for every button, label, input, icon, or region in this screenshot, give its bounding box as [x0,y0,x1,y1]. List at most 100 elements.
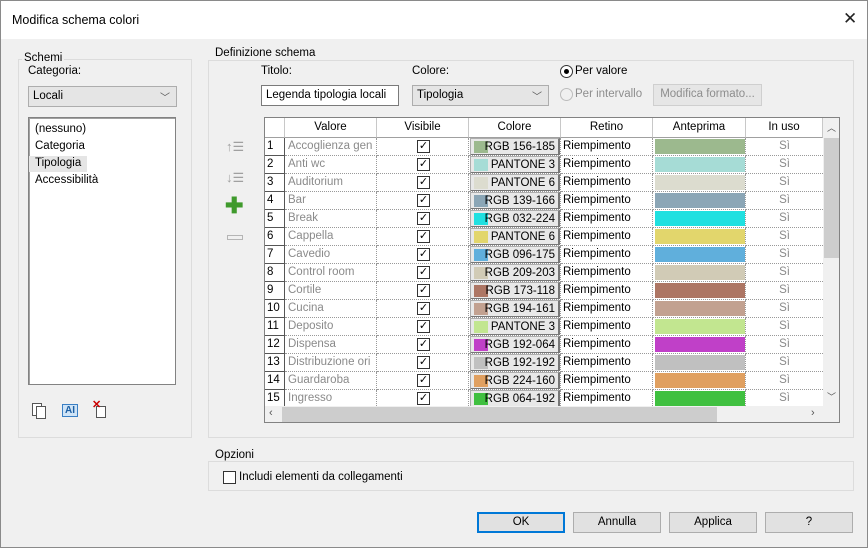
visibile-checkbox[interactable]: ✓ [417,140,430,153]
categoria-select[interactable]: Locali ﹀ [28,86,177,107]
column-header[interactable] [265,118,285,138]
visibile-checkbox[interactable]: ✓ [417,356,430,369]
scroll-left-icon[interactable]: ‹ [269,407,273,419]
valore-cell[interactable]: Cortile [285,282,377,300]
visibile-checkbox[interactable]: ✓ [417,320,430,333]
visibile-checkbox[interactable]: ✓ [417,284,430,297]
colore-button[interactable]: RGB 194-161 [470,300,560,317]
valore-cell[interactable]: Dispensa [285,336,377,354]
valore-cell[interactable]: Deposito [285,318,377,336]
colore-button[interactable]: RGB 156-185 [470,138,560,155]
scroll-up-icon[interactable]: ︿ [827,121,836,134]
colore-button[interactable]: RGB 032-224 [470,210,560,227]
table-row[interactable]: 2 Anti wc ✓ PANTONE 3 Riempimento Sì [265,156,823,174]
visibile-checkbox[interactable]: ✓ [417,374,430,387]
colore-button[interactable]: PANTONE 3 [470,318,560,335]
titolo-input[interactable]: Legenda tipologia locali [261,85,399,106]
delete-icon[interactable]: ✕ [92,399,108,419]
retino-cell[interactable]: Riempimento [561,138,653,156]
colore-button[interactable]: RGB 173-118 [470,282,560,299]
schema-item[interactable]: Accessibilità [29,173,104,189]
table-row[interactable]: 6 Cappella ✓ PANTONE 6 Riempimento Sì [265,228,823,246]
schema-item[interactable]: Categoria [29,139,91,155]
per-valore-radio[interactable] [560,65,573,78]
colore-button[interactable]: PANTONE 3 [470,156,560,173]
column-header[interactable]: Anteprima [653,118,746,138]
table-row[interactable]: 10 Cucina ✓ RGB 194-161 Riempimento Sì [265,300,823,318]
column-header[interactable]: Retino [561,118,653,138]
valore-cell[interactable]: Distribuzione ori [285,354,377,372]
column-header[interactable]: Visibile [377,118,469,138]
horizontal-scrollbar[interactable]: ‹ › [265,406,839,422]
vertical-scrollbar[interactable]: ︿ ﹀ [823,118,839,406]
retino-cell[interactable]: Riempimento [561,246,653,264]
retino-cell[interactable]: Riempimento [561,156,653,174]
colore-button[interactable]: RGB 209-203 [470,264,560,281]
valore-cell[interactable]: Control room [285,264,377,282]
schema-item-selected[interactable]: Tipologia [29,156,88,172]
duplicate-icon[interactable] [32,403,48,419]
valore-cell[interactable]: Cucina [285,300,377,318]
visibile-checkbox[interactable]: ✓ [417,338,430,351]
valore-cell[interactable]: Break [285,210,377,228]
colore-button[interactable]: RGB 192-192 [470,354,560,371]
modifica-formato-button[interactable]: Modifica formato... [653,84,762,106]
table-row[interactable]: 11 Deposito ✓ PANTONE 3 Riempimento Sì [265,318,823,336]
retino-cell[interactable]: Riempimento [561,300,653,318]
retino-cell[interactable]: Riempimento [561,336,653,354]
retino-cell[interactable]: Riempimento [561,282,653,300]
valore-cell[interactable]: Accoglienza gen [285,138,377,156]
move-down-icon[interactable]: ↓☰ [226,170,244,186]
valore-cell[interactable]: Cavedio [285,246,377,264]
visibile-checkbox[interactable]: ✓ [417,176,430,189]
visibile-checkbox[interactable]: ✓ [417,302,430,315]
table-row[interactable]: 13 Distribuzione ori ✓ RGB 192-192 Riempimen… [265,354,823,372]
scroll-down-icon[interactable]: ﹀ [827,390,836,403]
schema-item[interactable]: (nessuno) [29,122,92,138]
horizontal-scroll-thumb[interactable] [282,407,717,422]
colore-select[interactable]: Tipologia ﹀ [412,85,549,106]
retino-cell[interactable]: Riempimento [561,372,653,390]
add-icon[interactable]: ✚ [225,195,243,217]
colore-button[interactable]: RGB 224-160 [470,372,560,389]
colore-button[interactable]: RGB 096-175 [470,246,560,263]
close-button[interactable]: ✕ [843,9,857,29]
table-row[interactable]: 7 Cavedio ✓ RGB 096-175 Riempimento Sì [265,246,823,264]
table-row[interactable]: 3 Auditorium ✓ PANTONE 6 Riempimento Sì [265,174,823,192]
help-button[interactable]: ? [765,512,853,533]
colore-button[interactable]: RGB 192-064 [470,336,560,353]
retino-cell[interactable]: Riempimento [561,192,653,210]
retino-cell[interactable]: Riempimento [561,174,653,192]
retino-cell[interactable]: Riempimento [561,264,653,282]
applica-button[interactable]: Applica [669,512,757,533]
colore-button[interactable]: RGB 139-166 [470,192,560,209]
valore-cell[interactable]: Guardaroba [285,372,377,390]
retino-cell[interactable]: Riempimento [561,228,653,246]
ok-button[interactable]: OK [477,512,565,533]
colore-button[interactable]: PANTONE 6 [470,174,560,191]
remove-icon[interactable] [227,235,243,240]
colore-button[interactable]: PANTONE 6 [470,228,560,245]
table-row[interactable]: 14 Guardaroba ✓ RGB 224-160 Riempimento Sì [265,372,823,390]
valore-cell[interactable]: Auditorium [285,174,377,192]
visibile-checkbox[interactable]: ✓ [417,266,430,279]
column-header[interactable]: In uso [746,118,823,138]
includi-checkbox[interactable] [223,471,236,484]
table-row[interactable]: 1 Accoglienza gen ✓ RGB 156-185 Riempimento S… [265,138,823,156]
valore-cell[interactable]: Bar [285,192,377,210]
annulla-button[interactable]: Annulla [573,512,661,533]
retino-cell[interactable]: Riempimento [561,210,653,228]
column-header[interactable]: Colore [469,118,561,138]
move-up-icon[interactable]: ↑☰ [226,139,244,155]
table-row[interactable]: 9 Cortile ✓ RGB 173-118 Riempimento Sì [265,282,823,300]
table-row[interactable]: 12 Dispensa ✓ RGB 192-064 Riempimento Sì [265,336,823,354]
table-row[interactable]: 5 Break ✓ RGB 032-224 Riempimento Sì [265,210,823,228]
retino-cell[interactable]: Riempimento [561,318,653,336]
visibile-checkbox[interactable]: ✓ [417,212,430,225]
scroll-right-icon[interactable]: › [811,407,815,419]
valore-cell[interactable]: Anti wc [285,156,377,174]
column-header[interactable]: Valore [285,118,377,138]
visibile-checkbox[interactable]: ✓ [417,230,430,243]
visibile-checkbox[interactable]: ✓ [417,194,430,207]
valore-cell[interactable]: Cappella [285,228,377,246]
